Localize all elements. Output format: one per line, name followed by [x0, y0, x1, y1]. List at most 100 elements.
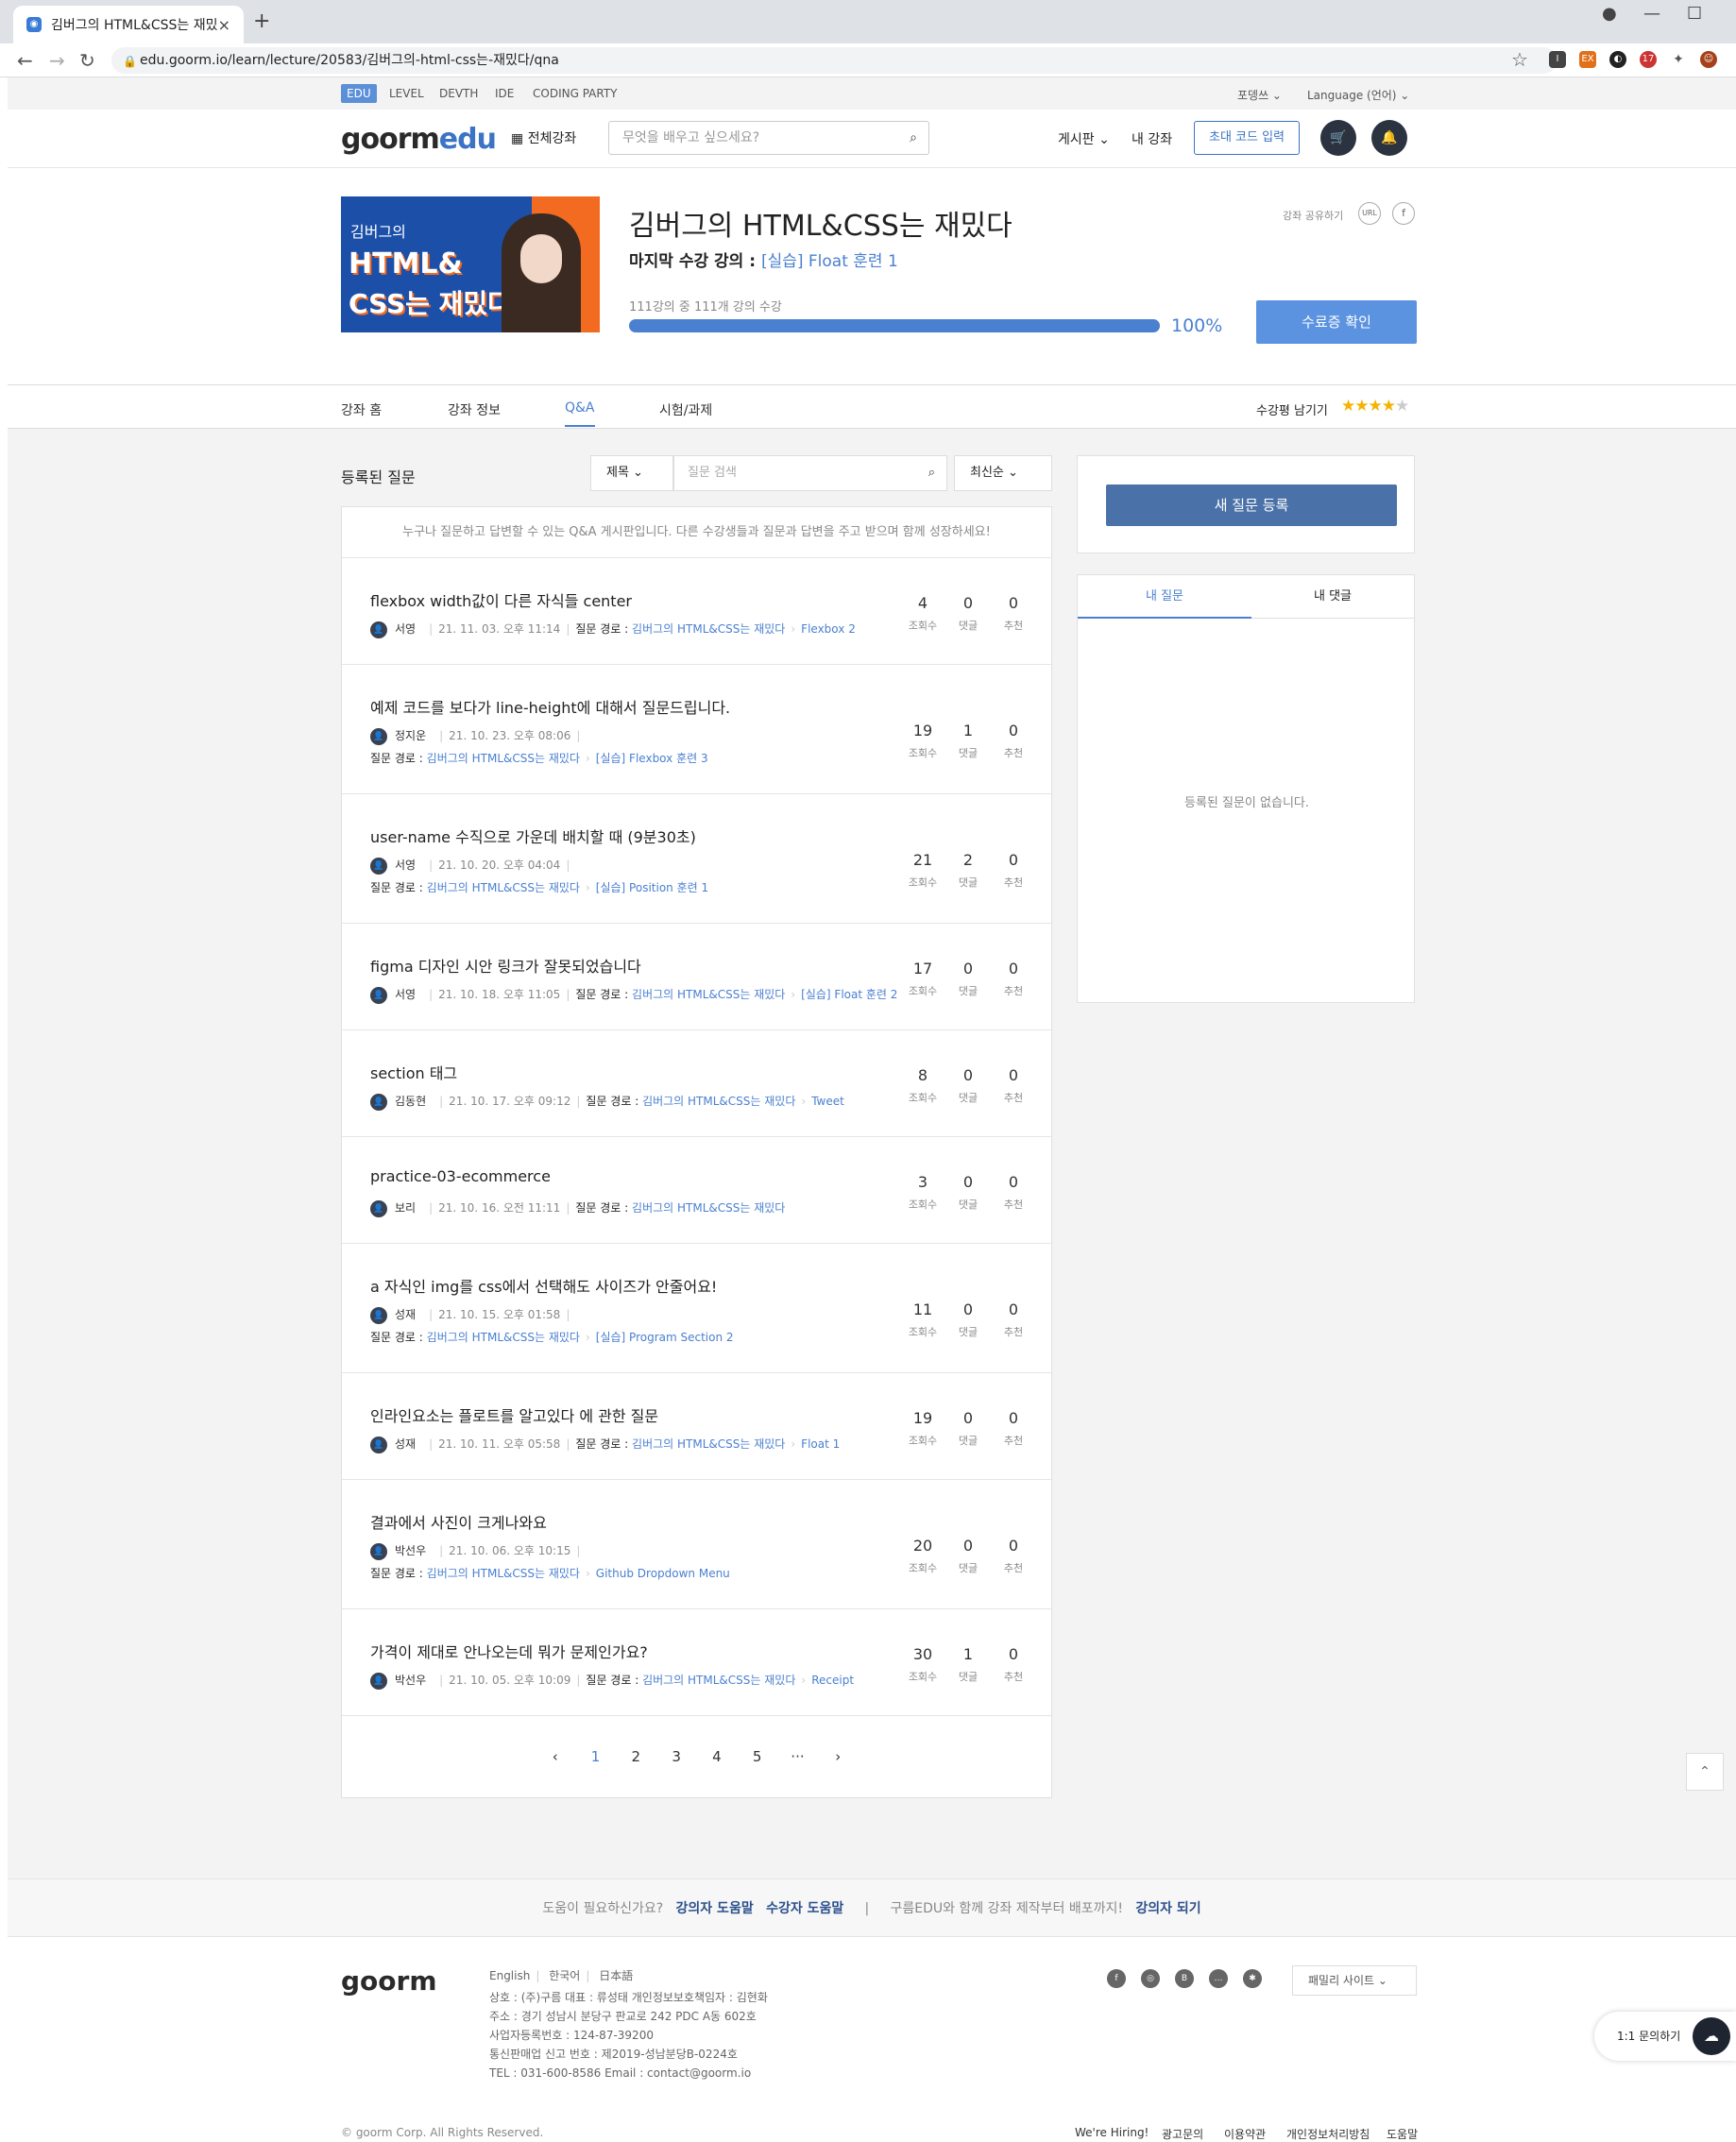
gnb-ide[interactable]: IDE	[489, 84, 519, 103]
path-course-link[interactable]: 김버그의 HTML&CSS는 재밌다	[427, 1331, 580, 1344]
share-facebook-icon[interactable]: f	[1392, 202, 1415, 225]
tab-course-info[interactable]: 강좌 정보	[448, 400, 501, 419]
question-title[interactable]: practice-03-ecommerce	[370, 1167, 551, 1185]
path-lecture-link[interactable]: Float 1	[801, 1437, 840, 1451]
extensions-puzzle-icon[interactable]: ✦	[1670, 51, 1687, 68]
path-lecture-link[interactable]: [실습] Flexbox 훈련 3	[596, 752, 708, 765]
path-lecture-link[interactable]: [실습] Program Section 2	[596, 1331, 734, 1344]
search-icon[interactable]: ⌕	[910, 122, 917, 154]
my-courses-link[interactable]: 내 강좌	[1132, 129, 1172, 148]
forward-icon[interactable]: →	[49, 49, 65, 72]
back-icon[interactable]: ←	[17, 49, 33, 72]
page-1[interactable]: 1	[578, 1748, 614, 1765]
page-next[interactable]: ›	[820, 1748, 856, 1765]
page-5[interactable]: 5	[740, 1748, 775, 1765]
path-lecture-link[interactable]: Flexbox 2	[801, 622, 856, 636]
chat-icon[interactable]: …	[1209, 1969, 1228, 1988]
language-select[interactable]: Language (언어) ⌄	[1302, 84, 1415, 106]
instructor-help-link[interactable]: 강의자 도움말	[676, 1901, 754, 1916]
cart-icon[interactable]: 🛒	[1320, 120, 1356, 156]
reload-icon[interactable]: ↻	[79, 49, 95, 72]
blog-icon[interactable]: B	[1175, 1969, 1194, 1988]
rating-stars[interactable]: ★★★★★	[1341, 397, 1409, 416]
page-prev[interactable]: ‹	[537, 1748, 573, 1765]
lang-english[interactable]: English	[489, 1969, 530, 1982]
question-row[interactable]: 가격이 제대로 안나오는데 뭐가 문제인가요? 👤 박선우 | 21. 10. 05. …	[342, 1609, 1051, 1716]
tab-course-home[interactable]: 강좌 홈	[341, 400, 382, 419]
question-search-input[interactable]: 질문 검색 ⌕	[673, 455, 947, 491]
extension-icon[interactable]: ◐	[1609, 51, 1626, 68]
question-title[interactable]: flexbox width값이 다른 자식들 center	[370, 588, 632, 611]
path-course-link[interactable]: 김버그의 HTML&CSS는 재밌다	[642, 1095, 795, 1108]
question-row[interactable]: 결과에서 사진이 크게나와요 👤 박선우 | 21. 10. 06. 오후 10:15 |…	[342, 1480, 1051, 1609]
goormedu-logo[interactable]: goormedu	[341, 123, 497, 156]
path-course-link[interactable]: 김버그의 HTML&CSS는 재밌다	[427, 1567, 580, 1580]
lang-japanese[interactable]: 日本語	[599, 1969, 633, 1982]
minimize-icon[interactable]: —	[1643, 4, 1660, 24]
page-ellipsis[interactable]: ···	[779, 1748, 815, 1765]
extension-icon[interactable]: I	[1549, 51, 1566, 68]
question-title[interactable]: user-name 수직으로 가운데 배치할 때 (9분30초)	[370, 824, 696, 847]
search-input[interactable]: 무엇을 배우고 싶으세요? ⌕	[608, 121, 929, 155]
path-lecture-link[interactable]: Receipt	[811, 1674, 854, 1687]
path-lecture-link[interactable]: [실습] Position 훈련 1	[596, 881, 708, 894]
maximize-icon[interactable]: ☐	[1687, 4, 1702, 24]
path-lecture-link[interactable]: Github Dropdown Menu	[596, 1567, 730, 1580]
question-title[interactable]: 인라인요소는 플로트를 알고있다 에 관한 질문	[370, 1403, 658, 1426]
profile-avatar[interactable]: ☺	[1700, 51, 1717, 68]
footer-logo[interactable]: goorm	[341, 1965, 437, 1997]
board-menu[interactable]: 게시판 ⌄	[1058, 129, 1110, 148]
page-4[interactable]: 4	[699, 1748, 735, 1765]
question-title[interactable]: a 자식인 img를 css에서 선택해도 사이즈가 안줄어요!	[370, 1274, 717, 1297]
question-row[interactable]: practice-03-ecommerce 👤 보리 | 21. 10. 16. 오전 …	[342, 1137, 1051, 1244]
last-lecture-link[interactable]: [실습] Float 훈련 1	[761, 252, 898, 271]
question-row[interactable]: section 태그 👤 김동현 | 21. 10. 17. 오후 09:12 | 질문 경…	[342, 1030, 1051, 1137]
family-site-select[interactable]: 패밀리 사이트 ⌄	[1292, 1965, 1417, 1996]
new-tab-button[interactable]: +	[253, 9, 270, 33]
gnb-coding-party[interactable]: CODING PARTY	[527, 84, 623, 103]
path-course-link[interactable]: 김버그의 HTML&CSS는 재밌다	[632, 1201, 785, 1215]
tab-exam[interactable]: 시험/과제	[659, 400, 712, 419]
question-row[interactable]: 인라인요소는 플로트를 알고있다 에 관한 질문 👤 성재 | 21. 10. 11. …	[342, 1373, 1051, 1480]
one-on-one-chat-button[interactable]: 1:1 문의하기 ☁	[1594, 2012, 1736, 2061]
profile-dropdown-icon[interactable]: ●	[1602, 4, 1617, 24]
sort-select[interactable]: 최신순 ⌄	[954, 455, 1052, 491]
question-row[interactable]: figma 디자인 시안 링크가 잘못되었습니다 👤 서영 | 21. 10. 18. …	[342, 924, 1051, 1030]
gnb-level[interactable]: LEVEL	[383, 84, 430, 103]
tab-close-icon[interactable]: ×	[218, 16, 230, 34]
question-row[interactable]: 예제 코드를 보다가 line-height에 대해서 질문드립니다. 👤 정지운 |…	[342, 665, 1051, 794]
gnb-devth[interactable]: DEVTH	[434, 84, 484, 103]
search-icon[interactable]: ⌕	[928, 456, 935, 490]
write-review-link[interactable]: 수강평 남기기	[1256, 400, 1328, 418]
question-row[interactable]: a 자식인 img를 css에서 선택해도 사이즈가 안줄어요! 👤 성재 | 21. …	[342, 1244, 1051, 1373]
scroll-top-button[interactable]: ⌃	[1686, 1753, 1724, 1791]
question-row[interactable]: user-name 수직으로 가운데 배치할 때 (9분30초) 👤 서영 | 21. …	[342, 794, 1051, 924]
browser-tab[interactable]: ◉ 김버그의 HTML&CSS는 재밌다 ×	[13, 6, 244, 43]
path-course-link[interactable]: 김버그의 HTML&CSS는 재밌다	[632, 988, 785, 1001]
student-help-link[interactable]: 수강자 도움말	[766, 1901, 843, 1916]
become-instructor-link[interactable]: 강의자 되기	[1135, 1901, 1200, 1916]
tab-my-questions[interactable]: 내 질문	[1078, 575, 1251, 619]
share-url-icon[interactable]: URL	[1358, 202, 1381, 225]
community-icon[interactable]: ✱	[1243, 1969, 1262, 1988]
path-course-link[interactable]: 김버그의 HTML&CSS는 재밌다	[427, 881, 580, 894]
path-lecture-link[interactable]: Tweet	[811, 1095, 844, 1108]
certificate-button[interactable]: 수료증 확인	[1256, 300, 1417, 344]
gnb-edu[interactable]: EDU	[341, 84, 377, 103]
footer-link-help[interactable]: 도움말	[1387, 2126, 1418, 2142]
new-question-button[interactable]: 새 질문 등록	[1106, 484, 1397, 526]
question-title[interactable]: 가격이 제대로 안나오는데 뭐가 문제인가요?	[370, 1640, 648, 1662]
tab-my-comments[interactable]: 내 댓글	[1251, 575, 1414, 619]
tab-qna[interactable]: Q&A	[565, 400, 595, 427]
footer-link-privacy[interactable]: 개인정보처리방침	[1286, 2126, 1370, 2142]
page-3[interactable]: 3	[658, 1748, 694, 1765]
question-title[interactable]: section 태그	[370, 1061, 457, 1083]
bookmark-star-icon[interactable]: ☆	[1511, 48, 1528, 71]
path-course-link[interactable]: 김버그의 HTML&CSS는 재밌다	[632, 622, 785, 636]
question-row[interactable]: flexbox width값이 다른 자식들 center 👤 서영 | 21. 11.…	[342, 558, 1051, 665]
invite-code-button[interactable]: 초대 코드 입력	[1194, 121, 1300, 155]
question-title[interactable]: 예제 코드를 보다가 line-height에 대해서 질문드립니다.	[370, 695, 730, 718]
all-courses-link[interactable]: ▦ 전체강좌	[511, 128, 576, 147]
lang-korean[interactable]: 한국어	[549, 1969, 580, 1982]
page-2[interactable]: 2	[618, 1748, 654, 1765]
